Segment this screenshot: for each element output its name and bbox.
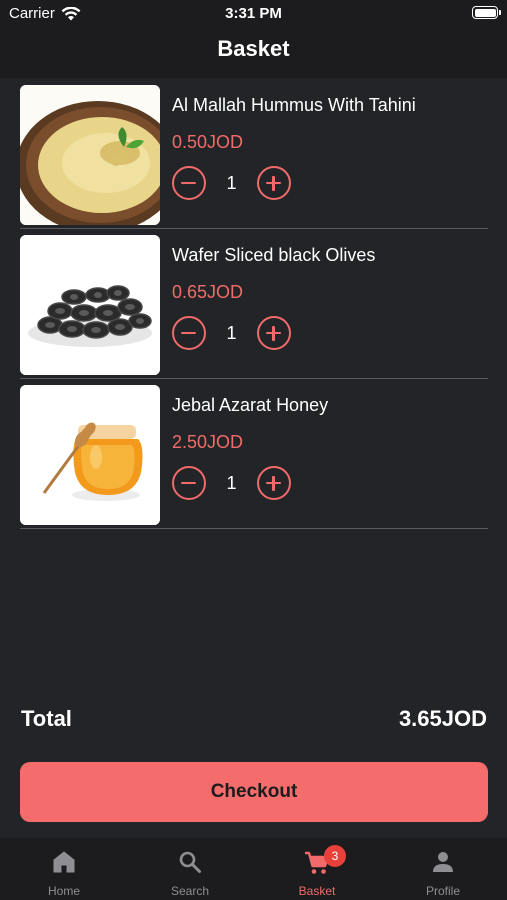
tab-basket-label: Basket [298, 884, 336, 898]
clock: 3:31 PM [225, 5, 282, 22]
tab-search[interactable]: Search [127, 838, 253, 900]
tab-search-label: Search [170, 884, 210, 898]
basket-item: Wafer Sliced black Olives 0.65JOD 1 [20, 229, 488, 379]
search-icon [179, 851, 201, 873]
decrease-quantity-button[interactable] [172, 316, 206, 350]
minus-icon [181, 481, 196, 484]
increase-quantity-button[interactable] [257, 466, 291, 500]
decrease-quantity-button[interactable] [172, 466, 206, 500]
item-price: 0.50JOD [172, 132, 244, 152]
increase-quantity-button[interactable] [257, 166, 291, 200]
quantity-value: 1 [226, 322, 237, 343]
checkout-button[interactable]: Checkout [20, 762, 488, 822]
total-label: Total [21, 706, 72, 731]
page-title: Basket [217, 36, 290, 61]
tab-profile[interactable]: Profile [380, 838, 506, 900]
basket-item: Jebal Azarat Honey 2.50JOD 1 [20, 379, 488, 529]
tab-bar: Home Search Basket Profile [0, 838, 507, 900]
tab-home-label: Home [47, 884, 80, 898]
item-name: Al Mallah Hummus With Tahini [172, 95, 416, 115]
basket-count-badge: 3 [324, 845, 346, 867]
item-price: 0.65JOD [172, 282, 244, 302]
status-bar: Carrier 3:31 PM [0, 0, 507, 28]
minus-icon [181, 181, 196, 184]
item-name: Wafer Sliced black Olives [172, 245, 376, 265]
tab-basket[interactable]: Basket [254, 838, 380, 900]
basket-item: Al Mallah Hummus With Tahini 0.50JOD 1 [20, 79, 488, 229]
decrease-quantity-button[interactable] [172, 166, 206, 200]
tab-profile-label: Profile [425, 884, 460, 898]
olives-image[interactable] [20, 235, 160, 375]
minus-icon [181, 331, 196, 334]
quantity-value: 1 [226, 472, 237, 493]
home-icon [53, 851, 75, 873]
quantity-stepper: 1 [172, 315, 291, 351]
honey-image[interactable] [20, 385, 160, 525]
battery-icon [472, 6, 501, 19]
quantity-stepper: 1 [172, 165, 291, 201]
person-icon [433, 852, 453, 872]
increase-quantity-button[interactable] [257, 316, 291, 350]
top-bar: Carrier 3:31 PM Basket [0, 0, 507, 78]
total-value: 3.65JOD [398, 706, 487, 731]
item-price: 2.50JOD [172, 432, 244, 452]
quantity-stepper: 1 [172, 465, 291, 501]
quantity-value: 1 [226, 172, 237, 193]
hummus-image[interactable] [20, 85, 160, 225]
tab-home[interactable]: Home [1, 838, 127, 900]
item-name: Jebal Azarat Honey [172, 395, 329, 415]
